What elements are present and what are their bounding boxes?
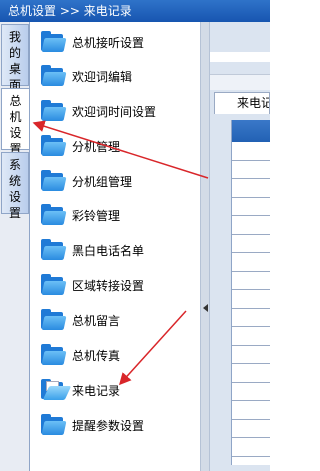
menu-item-label: 提醒参数设置	[72, 418, 145, 433]
toolbar-strip-lower	[210, 74, 270, 90]
menu-item-label: 黑白电话名单	[72, 243, 145, 258]
menu-item-blackwhite-list[interactable]: 黑白电话名单	[40, 235, 200, 265]
table-row[interactable]	[232, 327, 270, 346]
folder-icon	[40, 135, 67, 157]
table-row[interactable]	[232, 420, 270, 438]
menu-item-welcome-time[interactable]: 欢迎词时间设置	[40, 96, 200, 126]
folder-icon	[40, 100, 67, 122]
menu-item-label: 分机组管理	[72, 174, 133, 189]
content-area: 来电记	[210, 22, 270, 471]
records-table	[231, 120, 270, 465]
tab-my-desktop[interactable]: 我的桌面	[1, 24, 29, 92]
breadcrumb-separator: >>	[59, 4, 80, 18]
tab-label: 我的桌面	[8, 30, 21, 92]
tab-label: 系统设置	[8, 158, 21, 220]
menu-item-label: 总机留言	[72, 313, 121, 328]
tab-call-records[interactable]: 来电记	[214, 92, 270, 114]
menu-item-extension-manage[interactable]: 分机管理	[40, 131, 200, 161]
tab-label: 总机设置	[9, 94, 22, 156]
folder-icon	[40, 239, 67, 261]
menu-item-label: 欢迎词时间设置	[72, 104, 157, 119]
table-row[interactable]	[232, 383, 270, 401]
table-header	[232, 120, 270, 142]
table-row[interactable]	[232, 272, 270, 290]
folder-icon	[40, 204, 67, 226]
menu-item-label: 区域转接设置	[72, 278, 145, 293]
folder-icon	[40, 309, 67, 331]
table-row[interactable]	[232, 253, 270, 272]
menu-item-label: 欢迎词编辑	[72, 69, 133, 84]
table-row[interactable]	[232, 364, 270, 383]
folder-icon	[40, 344, 67, 366]
table-row[interactable]	[232, 438, 270, 457]
folder-open-icon	[40, 379, 72, 401]
menu-item-fax[interactable]: 总机传真	[40, 340, 200, 370]
folder-icon	[40, 414, 67, 436]
tab-label: 来电记	[237, 96, 270, 110]
menu-item-extension-group[interactable]: 分机组管理	[40, 166, 200, 196]
table-row[interactable]	[232, 401, 270, 420]
breadcrumb: 总机设置 >> 来电记录	[0, 0, 270, 22]
menu-item-label: 总机接听设置	[72, 35, 145, 50]
table-row[interactable]	[232, 309, 270, 327]
toolbar-strip	[210, 52, 270, 62]
folder-icon	[40, 274, 67, 296]
menu-item-call-records[interactable]: 来电记录	[40, 375, 200, 405]
table-row[interactable]	[232, 290, 270, 309]
menu-item-label: 来电记录	[72, 383, 121, 398]
folder-icon	[40, 31, 67, 53]
table-row[interactable]	[232, 235, 270, 253]
collapse-arrow-icon[interactable]	[203, 304, 208, 312]
folder-icon	[40, 65, 67, 87]
breadcrumb-page: 来电记录	[83, 4, 132, 18]
side-tab-bar: 我的桌面 总机设置 系统设置	[0, 22, 29, 471]
settings-menu: 总机接听设置 欢迎词编辑 欢迎词时间设置 分机管理 分机组管理 彩铃管理 黑白电…	[29, 22, 200, 471]
table-row[interactable]	[232, 179, 270, 198]
panel-splitter[interactable]	[200, 22, 210, 471]
menu-item-label: 彩铃管理	[72, 208, 121, 223]
menu-item-reminder-params[interactable]: 提醒参数设置	[40, 410, 200, 440]
menu-item-welcome-edit[interactable]: 欢迎词编辑	[40, 61, 200, 91]
table-row[interactable]	[232, 161, 270, 179]
menu-item-label: 总机传真	[72, 348, 121, 363]
menu-item-label: 分机管理	[72, 139, 121, 154]
menu-item-region-transfer[interactable]: 区域转接设置	[40, 270, 200, 300]
table-row[interactable]	[232, 142, 270, 161]
table-row[interactable]	[232, 198, 270, 216]
breadcrumb-section[interactable]: 总机设置	[8, 4, 56, 18]
menu-item-voicemail[interactable]: 总机留言	[40, 305, 200, 335]
folder-icon	[40, 170, 67, 192]
table-row[interactable]	[232, 346, 270, 364]
tab-switchboard-settings[interactable]: 总机设置	[1, 88, 29, 156]
menu-item-ringtone[interactable]: 彩铃管理	[40, 200, 200, 230]
table-row[interactable]	[232, 216, 270, 235]
tab-system-settings[interactable]: 系统设置	[1, 152, 29, 220]
menu-item-answer-settings[interactable]: 总机接听设置	[40, 27, 200, 57]
